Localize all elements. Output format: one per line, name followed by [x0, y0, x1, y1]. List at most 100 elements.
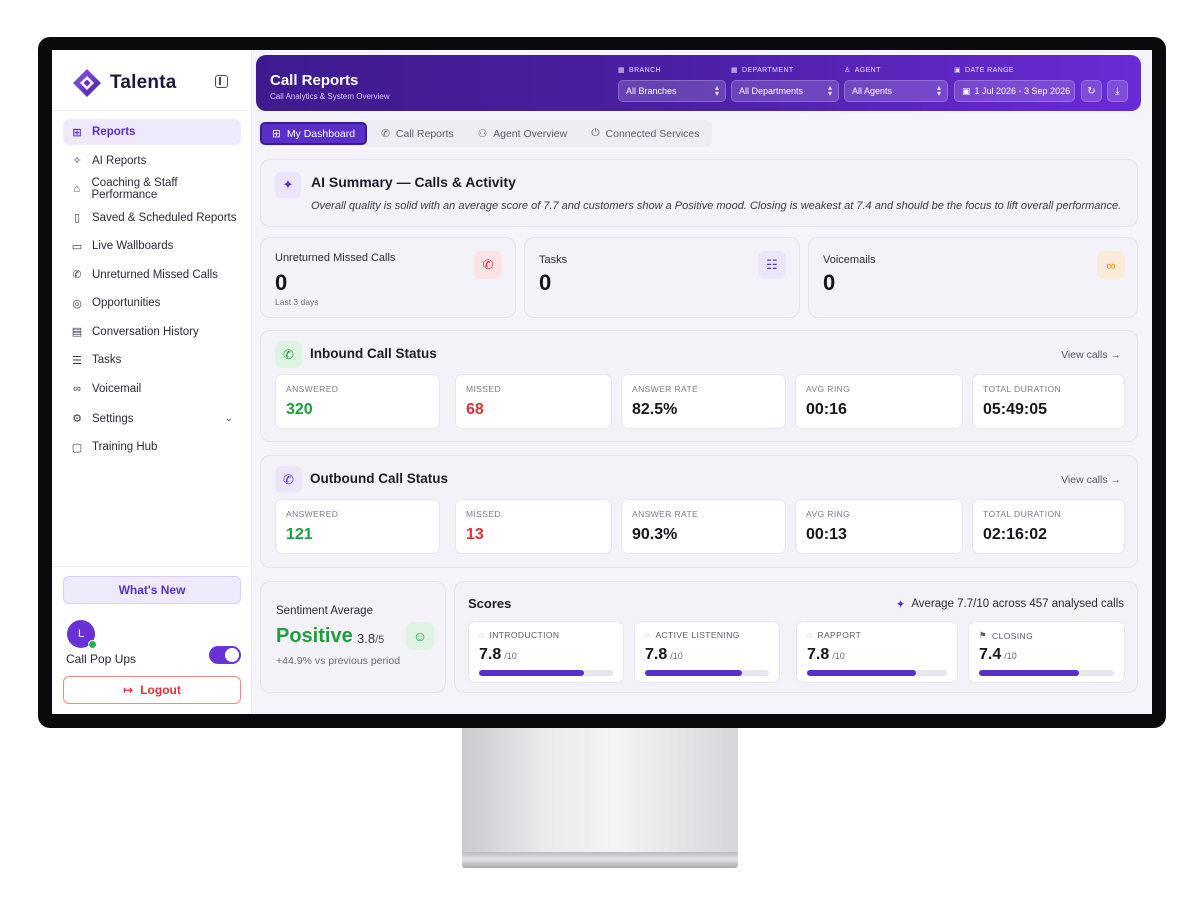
download-button[interactable]: ⤓: [1107, 80, 1128, 102]
presentation-icon: ▢: [71, 441, 83, 454]
tab-label: Connected Services: [605, 127, 700, 140]
department-select[interactable]: All Departments ▴ ▾: [731, 80, 839, 102]
tab-label: My Dashboard: [286, 127, 356, 140]
metric-label: MISSED: [466, 384, 501, 394]
sidebar-item-label: Reports: [92, 126, 136, 138]
metric-label: TOTAL DURATION: [983, 384, 1062, 394]
message-icon: ▤: [71, 326, 83, 338]
sentiment-score: 3.8/5: [357, 631, 384, 646]
sidebar-item[interactable]: ☰ Tasks: [63, 347, 241, 373]
logout-icon: ↦: [123, 683, 134, 697]
view-outbound-calls-link[interactable]: View calls →: [1061, 474, 1121, 486]
sidebar-collapse-icon[interactable]: [215, 75, 228, 88]
score-number: 7.8: [479, 646, 502, 663]
user-icon: ♙: [844, 67, 851, 74]
tab[interactable]: ✆ Call Reports: [371, 122, 464, 145]
chevron-down-icon[interactable]: ⌄: [225, 413, 233, 424]
metric-label: AVG RING: [806, 509, 851, 519]
sidebar-item-label: Saved & Scheduled Reports: [92, 211, 237, 224]
section-title: Inbound Call Status: [310, 346, 437, 361]
sidebar-item-label: Live Wallboards: [92, 240, 174, 252]
tab[interactable]: ⊞ My Dashboard: [260, 122, 368, 145]
score-label: ◌ ACTIVE LISTENING: [645, 630, 740, 640]
department-select-value: All Departments: [739, 86, 804, 96]
chevron-updown-icon: ▴ ▾: [827, 83, 832, 98]
building-icon: ▦: [731, 67, 739, 74]
tasks-card[interactable]: Tasks 0 ☷: [524, 237, 800, 318]
voicemails-card[interactable]: Voicemails 0 ∞: [808, 237, 1138, 318]
tab[interactable]: ⚇ Agent Overview: [468, 122, 578, 145]
scores-average-text: Average 7.7/10 across 457 analysed calls: [911, 598, 1124, 610]
view-inbound-calls-link[interactable]: View calls →: [1061, 349, 1121, 361]
sidebar-item[interactable]: ⚙ Settings ⌄: [63, 406, 241, 432]
metric-label: ANSWER RATE: [632, 384, 699, 394]
sidebar: Talenta ⊞ Reports ✧ AI Reports ⌂ Coaching & S…: [52, 50, 252, 714]
dashboard-tabs: ⊞ My Dashboard ✆ Call Reports ⚇ Agent Overvie…: [258, 120, 712, 147]
score-number: 7.8: [807, 646, 830, 663]
sidebar-item[interactable]: ✆ Unreturned Missed Calls: [63, 262, 241, 288]
metric-tile: AVG RING 00:16: [795, 374, 963, 429]
score-label-text: CLOSING: [992, 630, 1034, 641]
calendar-icon: ▣: [962, 85, 971, 96]
metric-value: 00:13: [806, 526, 847, 543]
sparkles-icon: ✦: [895, 599, 906, 611]
call-popups-toggle[interactable]: [209, 646, 241, 664]
sidebar-item-label: Unreturned Missed Calls: [92, 268, 218, 281]
score-number: 7.4: [979, 646, 1002, 663]
call-popups-label: Call Pop Ups: [66, 652, 137, 666]
phone-outgoing-icon: ✆: [275, 466, 302, 493]
refresh-button[interactable]: ↻: [1081, 80, 1102, 102]
calendar-icon: ▣: [954, 67, 962, 74]
sidebar-item-label: Training Hub: [92, 441, 158, 453]
score-value: 7.8/10: [645, 646, 683, 664]
sidebar-item[interactable]: ▤ Conversation History: [63, 319, 241, 345]
metric-value: 320: [286, 401, 313, 418]
app-screen: Talenta ⊞ Reports ✧ AI Reports ⌂ Coaching & S…: [52, 50, 1152, 714]
plug-icon: ⏻: [591, 127, 600, 139]
metric-value: 82.5%: [632, 401, 678, 418]
department-filter-label: DEPARTMENT: [742, 66, 794, 74]
sidebar-item[interactable]: ◎ Opportunities: [63, 290, 241, 316]
voicemail-icon: ∞: [73, 382, 81, 395]
stat-label: Unreturned Missed Calls: [275, 252, 396, 264]
score-label: ◌ RAPPORT: [807, 630, 861, 640]
sidebar-item[interactable]: ▯ Saved & Scheduled Reports: [63, 205, 241, 231]
divider: [52, 566, 252, 567]
agent-select[interactable]: All Agents ▴ ▾: [844, 80, 948, 102]
sidebar-item-label: Tasks: [92, 354, 122, 366]
monitor-stand-base: [462, 852, 738, 868]
refresh-icon: ↻: [1087, 85, 1096, 97]
score-label-text: INTRODUCTION: [489, 630, 560, 640]
stat-value: 0: [539, 270, 552, 295]
branch-filter: ▦ BRANCH All Branches ▴ ▾: [618, 65, 726, 102]
tab[interactable]: ⏻ Connected Services: [581, 122, 709, 145]
app-name: Talenta: [110, 72, 177, 93]
monitor-icon: ▭: [71, 240, 83, 253]
metric-tile: TOTAL DURATION 02:16:02: [972, 499, 1125, 554]
sidebar-item[interactable]: ▢ Training Hub: [63, 434, 241, 460]
sidebar-nav: ⊞ Reports ✧ AI Reports ⌂ Coaching & Staff Per…: [63, 119, 241, 463]
flag-icon: ⚑: [979, 630, 988, 640]
sidebar-item-label: Coaching & Staff Performance: [91, 177, 178, 201]
whats-new-button[interactable]: What's New: [63, 576, 241, 604]
score-value: 7.4/10: [979, 646, 1017, 664]
sidebar-item[interactable]: ✧ AI Reports: [63, 148, 241, 174]
inbound-call-status-card: ✆ Inbound Call Status View calls → ANSWE…: [260, 330, 1138, 442]
unreturned-missed-calls-card[interactable]: Unreturned Missed Calls 0 Last 3 days ✆: [260, 237, 516, 318]
branch-select[interactable]: All Branches ▴ ▾: [618, 80, 726, 102]
score-value: 7.8/10: [479, 646, 517, 664]
sentiment-value: Positive: [276, 625, 353, 647]
app-logo[interactable]: Talenta: [72, 68, 177, 98]
sidebar-item[interactable]: ⌂ Coaching & Staff Performance: [63, 176, 241, 202]
date-range-picker[interactable]: ▣ 1 Jul 2026 - 3 Sep 2026: [954, 80, 1075, 102]
metric-value: 121: [286, 526, 313, 543]
sidebar-item-label: AI Reports: [92, 154, 147, 167]
sidebar-item-label: Opportunities: [92, 297, 161, 309]
metric-tile: ANSWER RATE 82.5%: [621, 374, 786, 429]
sidebar-item[interactable]: ▭ Live Wallboards: [63, 233, 241, 259]
stat-note: Last 3 days: [275, 297, 319, 307]
logout-button[interactable]: ↦ Logout: [63, 676, 241, 704]
sidebar-item[interactable]: ⊞ Reports: [63, 119, 241, 145]
stat-value: 0: [823, 270, 836, 295]
sidebar-item[interactable]: ∞ Voicemail: [63, 376, 241, 402]
